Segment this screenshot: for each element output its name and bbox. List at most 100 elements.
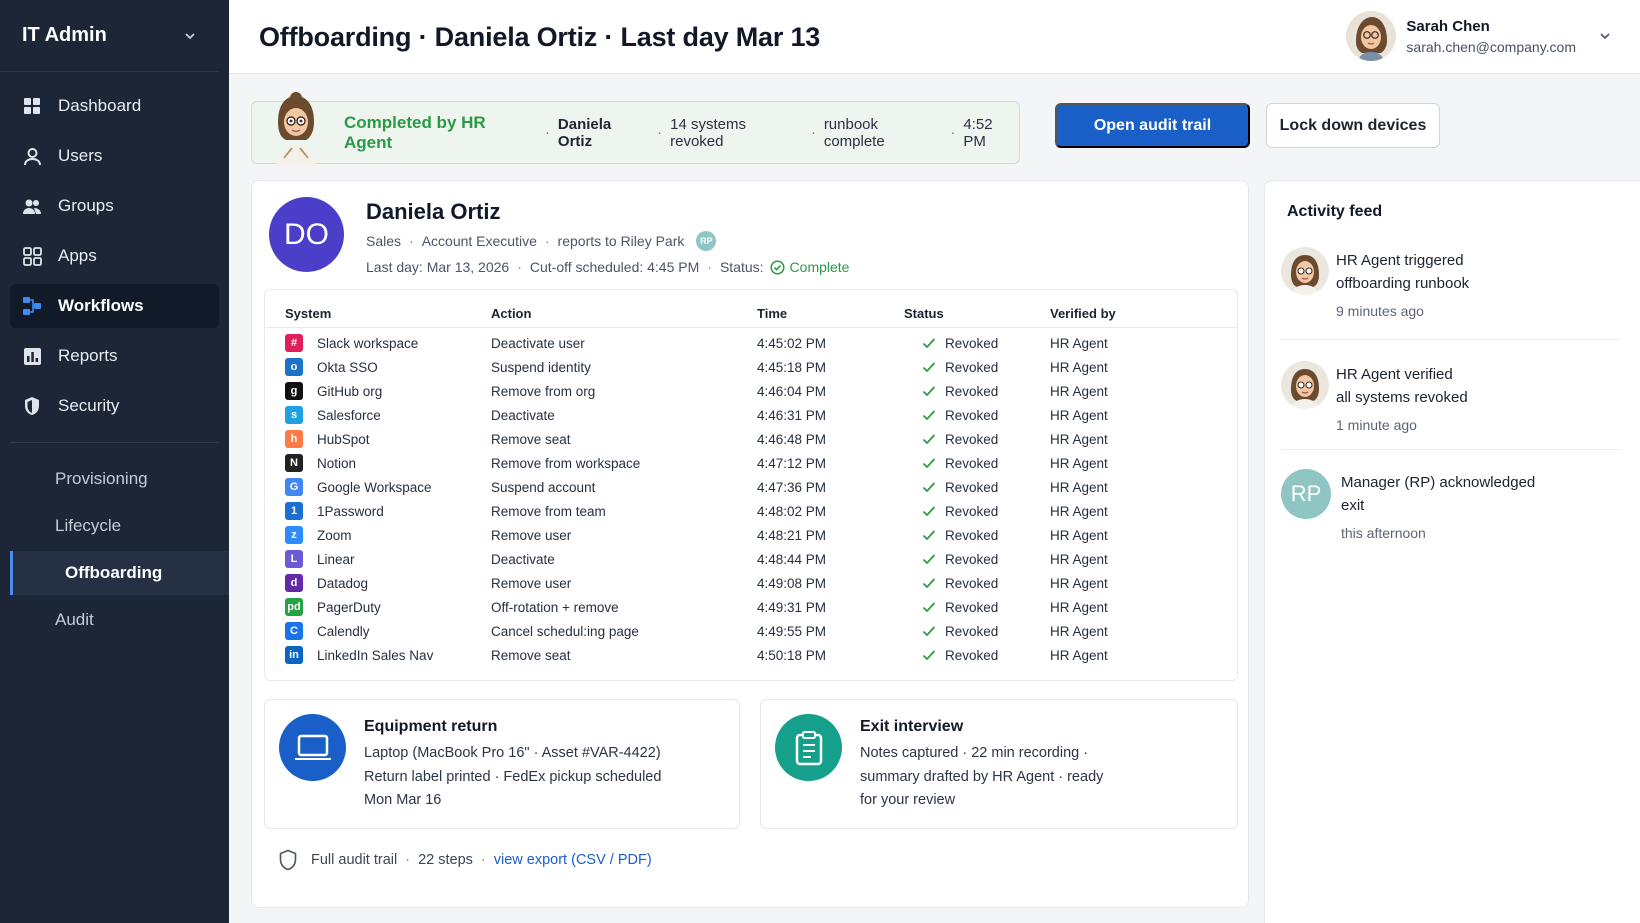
cell-verified: HR Agent (1050, 552, 1108, 567)
manager-avatar: RP (696, 231, 717, 251)
feed-time: 9 minutes ago (1336, 303, 1424, 319)
check-icon (922, 410, 936, 421)
sidebar-divider (10, 442, 219, 443)
cell-action: Remove user (491, 576, 572, 591)
table-row[interactable]: in LinkedIn Sales Nav Remove seat 4:50:18 P… (265, 644, 1237, 668)
cell-system[interactable]: GitHub org (317, 384, 382, 399)
reports-icon (22, 346, 42, 366)
cell-system[interactable]: Salesforce (317, 408, 381, 423)
feed-item[interactable]: RP Manager (RP) acknowledged exit this a… (1281, 469, 1611, 541)
okta-icon: o (285, 358, 303, 376)
subnav-item-lifecycle[interactable]: Lifecycle (0, 504, 229, 548)
equipment-line: Return label printed · FedEx pickup sche… (364, 768, 662, 785)
cell-time: 4:48:44 PM (757, 552, 827, 567)
cell-verified: HR Agent (1050, 528, 1108, 543)
status-value: Complete (789, 259, 850, 275)
table-row[interactable]: h HubSpot Remove seat 4:46:48 PM Revoked HR A… (265, 428, 1237, 452)
table-row[interactable]: g GitHub org Remove from org 4:46:04 PM Revo… (265, 380, 1237, 404)
completion-status: Completed by HR Agent (344, 112, 486, 152)
feed-line: exit (1341, 497, 1365, 514)
check-icon (922, 578, 936, 589)
shield-icon (279, 849, 297, 871)
cell-verified: HR Agent (1050, 408, 1108, 423)
nav-item-apps[interactable]: Apps (10, 234, 219, 278)
column-header-verified-by[interactable]: Verified by (1050, 306, 1116, 321)
nav-item-users[interactable]: Users (10, 134, 219, 178)
user-name: Sarah Chen (1406, 17, 1490, 35)
check-icon (922, 554, 936, 565)
open-audit-trail-button[interactable]: Open audit trail (1055, 103, 1250, 148)
table-row[interactable]: o Okta SSO Suspend identity 4:45:18 PM Revok… (265, 356, 1237, 380)
nav-item-security[interactable]: Security (10, 384, 219, 428)
google-icon: G (285, 478, 303, 496)
cell-system[interactable]: Linear (317, 552, 355, 567)
banner-runbook: runbook complete (823, 115, 885, 150)
cell-status: Revoked (945, 336, 999, 351)
status-badge: Complete (769, 259, 850, 275)
cell-action: Off-rotation + remove (491, 600, 619, 615)
subnav-item-audit[interactable]: Audit (0, 598, 229, 642)
cell-system[interactable]: Notion (317, 456, 356, 471)
nav-item-workflows[interactable]: Workflows (10, 284, 219, 328)
equipment-line: Mon Mar 16 (364, 792, 442, 808)
pagerduty-icon: pd (285, 598, 303, 616)
view-export-link[interactable]: view export (CSV / PDF) (494, 852, 652, 868)
cell-system[interactable]: Zoom (317, 528, 352, 543)
top-bar: Offboarding · Daniela Ortiz · Last day M… (229, 0, 1640, 74)
cell-system[interactable]: HubSpot (317, 432, 370, 447)
cell-system[interactable]: Calendly (317, 624, 370, 639)
cell-system[interactable]: Datadog (317, 576, 368, 591)
table-row[interactable]: L Linear Deactivate 4:48:44 PM Revoked HR Age… (265, 548, 1237, 572)
salesforce-icon: s (285, 406, 303, 424)
cell-status: Revoked (945, 456, 999, 471)
manager-avatar: RP (1281, 469, 1331, 519)
cell-action: Suspend identity (491, 360, 591, 375)
table-row[interactable]: # Slack workspace Deactivate user 4:45:02 P… (265, 332, 1237, 356)
hr-agent-avatar (1281, 247, 1329, 295)
cell-system[interactable]: Google Workspace (317, 480, 432, 495)
column-header-time[interactable]: Time (757, 306, 787, 321)
exit-interview-card[interactable]: Exit interview Notes captured · 22 min r… (760, 699, 1238, 829)
subnav-item-provisioning[interactable]: Provisioning (0, 457, 229, 501)
cell-verified: HR Agent (1050, 432, 1108, 447)
user-menu[interactable]: Sarah Chen sarah.chen@company.com (1346, 11, 1612, 61)
table-row[interactable]: d Datadog Remove user 4:49:08 PM Revoked HR A… (265, 572, 1237, 596)
check-icon (922, 506, 936, 517)
column-header-system[interactable]: System (285, 306, 331, 321)
org-switcher[interactable]: IT Admin (0, 0, 219, 72)
employee-manager[interactable]: reports to Riley Park (558, 233, 685, 249)
table-row[interactable]: N Notion Remove from workspace 4:47:12 PM Re… (265, 452, 1237, 476)
subnav-item-offboarding[interactable]: Offboarding (10, 551, 229, 595)
zoom-icon: z (285, 526, 303, 544)
cell-system[interactable]: 1Password (317, 504, 384, 519)
cell-system[interactable]: LinkedIn Sales Nav (317, 648, 433, 663)
cell-system[interactable]: Okta SSO (317, 360, 378, 375)
nav-item-groups[interactable]: Groups (10, 184, 219, 228)
laptop-icon (279, 714, 346, 781)
table-row[interactable]: pd PagerDuty Off-rotation + remove 4:49:31 … (265, 596, 1237, 620)
lock-down-devices-button[interactable]: Lock down devices (1266, 103, 1440, 148)
nav-item-reports[interactable]: Reports (10, 334, 219, 378)
table-row[interactable]: C Calendly Cancel schedul:ing page 4:49:55 … (265, 620, 1237, 644)
check-icon (922, 626, 936, 637)
feed-line: all systems revoked (1336, 389, 1468, 406)
cell-system[interactable]: PagerDuty (317, 600, 381, 615)
linkedin-icon: in (285, 646, 303, 664)
equipment-return-card[interactable]: Equipment return Laptop (MacBook Pro 16"… (264, 699, 740, 829)
separator: · (544, 124, 550, 141)
notion-icon: N (285, 454, 303, 472)
cell-time: 4:49:55 PM (757, 624, 827, 639)
table-row[interactable]: s Salesforce Deactivate 4:46:31 PM Revoked HR… (265, 404, 1237, 428)
column-header-status[interactable]: Status (904, 306, 944, 321)
cell-system[interactable]: Slack workspace (317, 336, 418, 351)
table-row[interactable]: G Google Workspace Suspend account 4:47:36 … (265, 476, 1237, 500)
cell-action: Cancel schedul:ing page (491, 624, 639, 639)
table-row[interactable]: 1 1Password Remove from team 4:48:02 PM Revo… (265, 500, 1237, 524)
exit-line: Notes captured · 22 min recording · (860, 745, 1089, 761)
check-icon (922, 362, 936, 373)
cell-status: Revoked (945, 408, 999, 423)
check-icon (922, 602, 936, 613)
nav-item-dashboard[interactable]: Dashboard (10, 84, 219, 128)
table-row[interactable]: z Zoom Remove user 4:48:21 PM Revoked HR Agen… (265, 524, 1237, 548)
column-header-action[interactable]: Action (491, 306, 531, 321)
